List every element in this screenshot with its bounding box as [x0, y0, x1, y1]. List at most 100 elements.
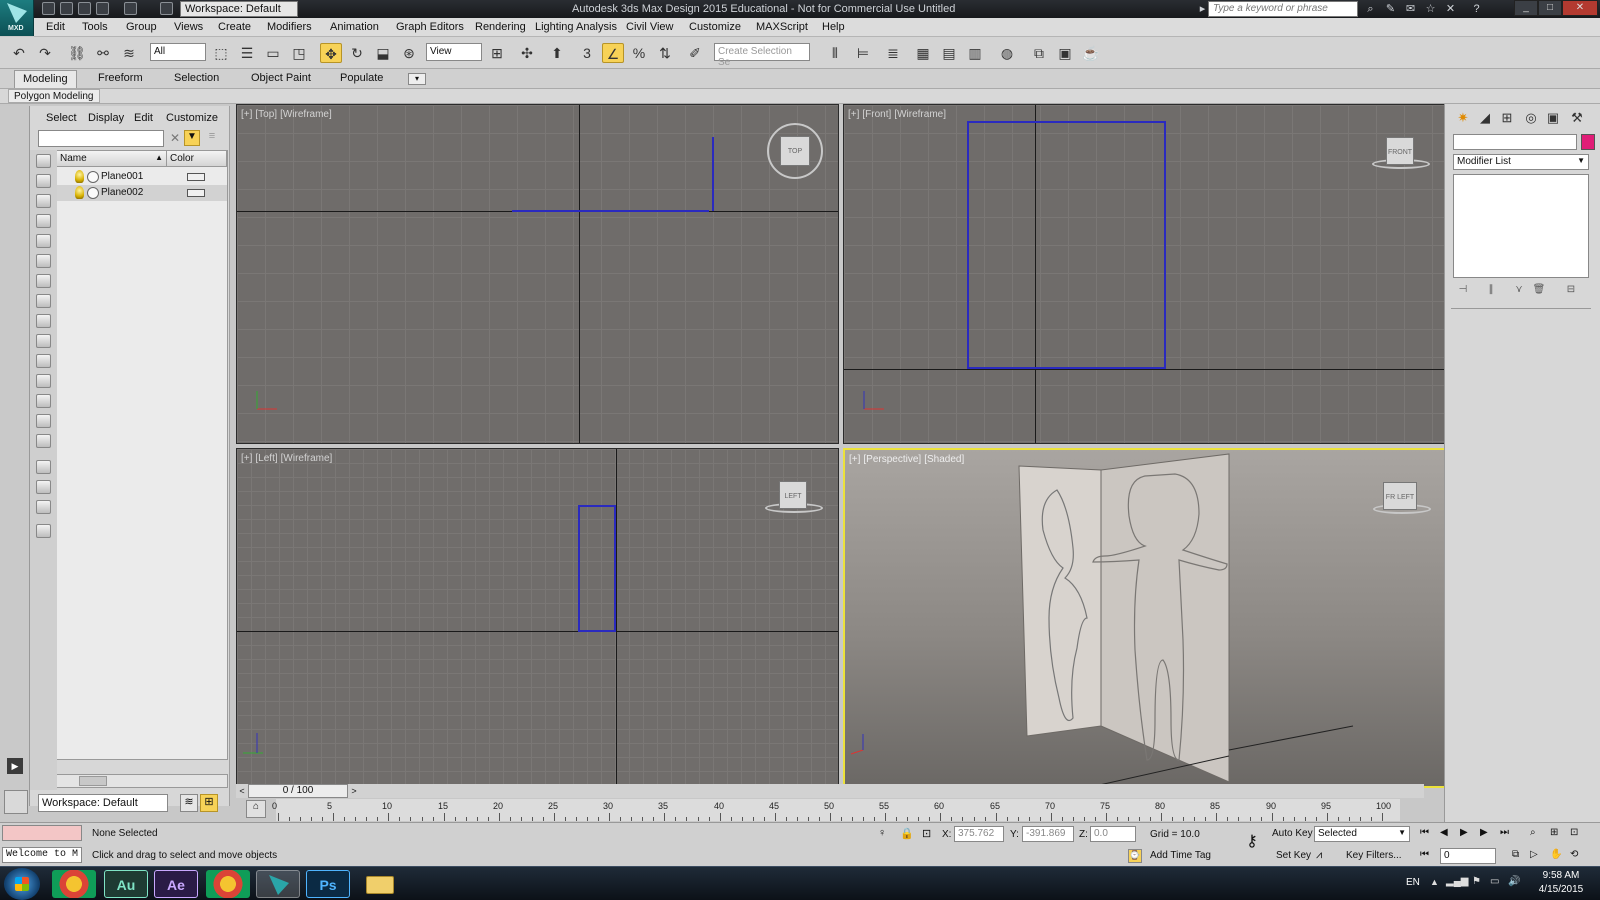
minimize-button[interactable]: _: [1514, 0, 1538, 16]
set-key-button[interactable]: Set Key: [1276, 850, 1311, 861]
chrome-icon-2[interactable]: [206, 870, 250, 898]
clear-search-icon[interactable]: ✕: [168, 131, 182, 145]
redo-icon[interactable]: ↷: [34, 43, 56, 63]
go-to-end-icon[interactable]: ⏭: [1500, 827, 1514, 841]
select-object-icon[interactable]: ⬚: [210, 43, 232, 63]
select-by-name-icon[interactable]: ☰: [236, 43, 258, 63]
track-bar[interactable]: 0 5 10 15 20 25 30 35 40 45 50 55 60 65 70 75 80 85 90 95 10…: [272, 799, 1400, 821]
project-folder-icon[interactable]: [160, 2, 173, 15]
menu-group[interactable]: Group: [126, 21, 157, 33]
explorer-menu-select[interactable]: Select: [46, 112, 77, 124]
light-bulb-icon[interactable]: [75, 170, 84, 183]
pan-view-icon[interactable]: ✋: [1550, 849, 1564, 863]
keyword-search-input[interactable]: Type a keyword or phrase: [1208, 1, 1358, 17]
ribbon-options-icon[interactable]: ▾: [408, 73, 426, 85]
invert-display-icon[interactable]: [36, 434, 51, 448]
menu-create[interactable]: Create: [218, 21, 251, 33]
binoculars-icon[interactable]: ⌕: [1364, 3, 1377, 15]
layers-icon[interactable]: ≋: [180, 794, 198, 812]
prev-frame-arrow-icon[interactable]: <: [236, 784, 248, 798]
lock-icon[interactable]: [36, 524, 51, 538]
after-effects-icon[interactable]: Ae: [154, 870, 198, 898]
viewcube-perspective[interactable]: FR LEFT: [1383, 482, 1417, 510]
zoom-icon[interactable]: ⌕: [1530, 827, 1544, 841]
display-none-icon[interactable]: [36, 414, 51, 428]
menu-lighting-analysis[interactable]: Lighting Analysis: [535, 21, 617, 33]
align-icon[interactable]: ⊨: [852, 43, 874, 63]
light-bulb-icon[interactable]: [75, 186, 84, 199]
menu-edit[interactable]: Edit: [46, 21, 65, 33]
xrefs-filter-icon[interactable]: [36, 294, 51, 308]
viewport-front[interactable]: [+] [Front] [Wireframe] FRONT: [843, 104, 1446, 444]
time-tag-icon[interactable]: ⌚: [1128, 849, 1142, 863]
absolute-mode-icon[interactable]: ⊡: [922, 827, 934, 841]
graphite-toolbar-icon[interactable]: ▤: [938, 43, 960, 63]
window-crossing-icon[interactable]: ◳: [288, 43, 310, 63]
shapes-filter-icon[interactable]: [36, 174, 51, 188]
open-file-icon[interactable]: [60, 2, 73, 15]
language-indicator[interactable]: EN: [1406, 877, 1420, 888]
rendered-frame-window-icon[interactable]: ▣: [1054, 43, 1076, 63]
plane-wire-front[interactable]: [967, 121, 1166, 369]
angle-snap-icon[interactable]: ∠: [602, 43, 624, 63]
photoshop-icon[interactable]: Ps: [306, 870, 350, 898]
maxscript-listener-pink[interactable]: [2, 825, 82, 841]
maxscript-mini-listener[interactable]: Welcome to M: [2, 847, 82, 863]
y-coord-field[interactable]: -391.869: [1022, 826, 1074, 842]
selection-filter-dropdown[interactable]: All: [150, 43, 206, 61]
orbit-icon[interactable]: ⟲: [1570, 849, 1584, 863]
menu-help[interactable]: Help: [822, 21, 845, 33]
new-file-icon[interactable]: [42, 2, 55, 15]
object-color-swatch[interactable]: [1581, 134, 1595, 150]
ribbon-tab-freeform[interactable]: Freeform: [90, 70, 151, 88]
workspace-dropdown[interactable]: Workspace: Default: [180, 1, 298, 17]
explorer-search-input[interactable]: [38, 130, 164, 147]
hierarchy-tab-icon[interactable]: ⊞: [1497, 108, 1517, 128]
find-icon[interactable]: [36, 480, 51, 494]
hierarchy-toggle-icon[interactable]: ⊞: [200, 794, 218, 812]
z-coord-field[interactable]: 0.0: [1090, 826, 1136, 842]
color-swatch[interactable]: [187, 173, 205, 181]
undo-icon[interactable]: [96, 2, 109, 15]
viewport-front-label[interactable]: [+] [Front] [Wireframe]: [848, 109, 949, 120]
menu-graph-editors[interactable]: Graph Editors: [396, 21, 464, 33]
plane001-shaded[interactable]: [1018, 465, 1102, 737]
material-editor-icon[interactable]: ◍: [996, 43, 1018, 63]
reference-coordinate-dropdown[interactable]: View: [426, 43, 482, 61]
unlink-icon[interactable]: ⚯: [92, 43, 114, 63]
viewport-top-label[interactable]: [+] [Top] [Wireframe]: [241, 109, 335, 120]
system-clock[interactable]: 9:58 AM 4/15/2015: [1528, 869, 1594, 897]
show-hidden-icons-icon[interactable]: ▲: [1430, 877, 1439, 887]
ribbon-tab-object-paint[interactable]: Object Paint: [243, 70, 319, 88]
modify-tab-icon[interactable]: ◢: [1475, 108, 1495, 128]
menu-customize[interactable]: Customize: [689, 21, 741, 33]
ribbon-tab-modeling[interactable]: Modeling: [14, 70, 77, 88]
viewcube-left[interactable]: LEFT: [779, 481, 807, 509]
viewport-top[interactable]: [+] [Top] [Wireframe] TOP: [236, 104, 839, 444]
menu-views[interactable]: Views: [174, 21, 203, 33]
explorer-menu-customize[interactable]: Customize: [166, 112, 218, 124]
scene-explorer-icon[interactable]: ▦: [912, 43, 934, 63]
polygon-modeling-tab[interactable]: Polygon Modeling: [8, 89, 100, 103]
column-header-name[interactable]: Name ▲: [57, 151, 167, 167]
menu-civil-view[interactable]: Civil View: [626, 21, 673, 33]
current-frame-field[interactable]: 0: [1440, 848, 1496, 864]
snap-toggle-icon[interactable]: 3: [576, 43, 598, 63]
object-name-input[interactable]: [1453, 134, 1577, 150]
menu-rendering[interactable]: Rendering: [475, 21, 526, 33]
viewcube-top[interactable]: TOP: [780, 136, 810, 166]
x-coord-field[interactable]: 375.762: [954, 826, 1004, 842]
utilities-tab-icon[interactable]: ⚒: [1567, 108, 1587, 128]
bones-filter-icon[interactable]: [36, 314, 51, 328]
help-icon[interactable]: ?: [1470, 3, 1483, 15]
ribbon-tab-selection[interactable]: Selection: [166, 70, 227, 88]
remove-modifier-icon[interactable]: 🗑: [1531, 284, 1547, 298]
plane002-shaded[interactable]: [1100, 453, 1230, 783]
play-icon[interactable]: ▶: [1460, 827, 1474, 841]
containers-filter-icon[interactable]: [36, 334, 51, 348]
manipulate-icon[interactable]: ✣: [516, 43, 538, 63]
cameras-filter-icon[interactable]: [36, 214, 51, 228]
next-frame-icon[interactable]: ▶: [1480, 827, 1494, 841]
time-slider-thumb[interactable]: 0 / 100: [248, 784, 348, 798]
viewport-left[interactable]: [+] [Left] [Wireframe] LEFT: [236, 448, 839, 788]
